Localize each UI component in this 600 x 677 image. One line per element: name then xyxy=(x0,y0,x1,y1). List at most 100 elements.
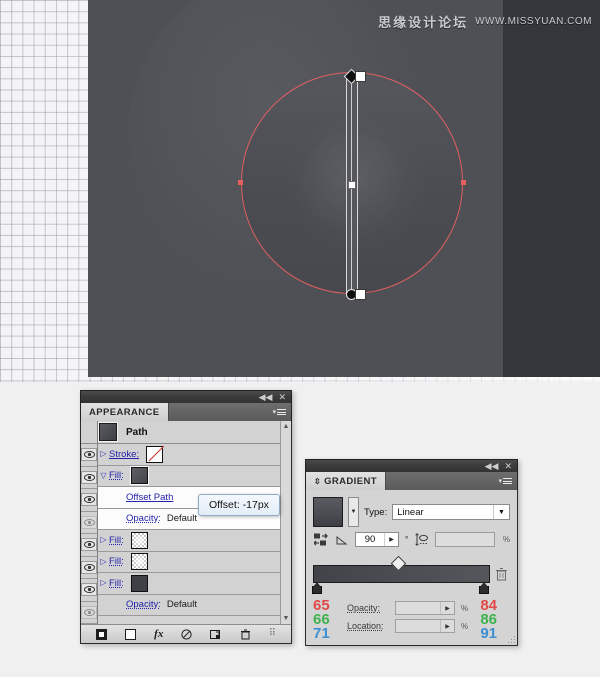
eye-icon xyxy=(81,583,97,597)
chevron-right-icon[interactable]: ▷ xyxy=(98,579,109,587)
add-new-stroke-icon[interactable] xyxy=(96,628,108,640)
delete-stop-icon[interactable] xyxy=(495,567,508,586)
opacity-object-value: Default xyxy=(166,599,197,611)
fx-icon[interactable]: fx xyxy=(154,629,163,640)
stroke-swatch-none[interactable] xyxy=(146,445,164,463)
row-fill-2[interactable]: ▷ Fill: xyxy=(98,530,280,552)
path-handle-bottom-square[interactable] xyxy=(355,289,366,300)
gradient-aspect-icon xyxy=(414,533,429,547)
path-handle-center[interactable] xyxy=(348,181,356,189)
close-icon[interactable]: ✕ xyxy=(278,392,286,402)
visibility-toggle-offset-path[interactable] xyxy=(81,489,97,512)
stepper-icon[interactable]: ▶ xyxy=(440,602,454,614)
opacity-object-label[interactable]: Opacity: xyxy=(98,599,161,610)
eye-icon xyxy=(81,515,97,529)
stop-body xyxy=(312,586,322,594)
duplicate-item-icon[interactable] xyxy=(210,629,221,640)
stroke-label[interactable]: Stroke: xyxy=(109,449,139,460)
resize-grip-icon[interactable]: ⠿ xyxy=(269,629,276,639)
appearance-scrollbar[interactable]: ▲ ▼ xyxy=(280,421,291,624)
gradient-panel[interactable]: ◀◀ ✕ ⇳ GRADIENT ▾ ▼ Type: Linear ▼ 90 ▶ … xyxy=(305,459,518,646)
stepper-icon[interactable]: ▶ xyxy=(384,533,398,546)
fill-swatch[interactable] xyxy=(129,466,149,486)
eye-icon xyxy=(81,538,97,552)
reverse-gradient-icon[interactable] xyxy=(313,533,328,547)
gradient-opacity-field[interactable]: ▶ xyxy=(395,601,455,615)
fill-2-label[interactable]: Fill: xyxy=(109,535,124,546)
opacity-effect-label[interactable]: Opacity: xyxy=(98,513,161,524)
gradient-slider[interactable] xyxy=(312,555,510,597)
appearance-tabbar[interactable]: APPEARANCE ▾ xyxy=(80,403,292,421)
gradient-panel-menu-button[interactable]: ▾ xyxy=(498,472,517,490)
appearance-titlebar[interactable]: ◀◀ ✕ xyxy=(80,390,292,403)
fill-4-label[interactable]: Fill: xyxy=(109,578,124,589)
close-icon[interactable]: ✕ xyxy=(504,461,512,471)
appearance-panel-menu-button[interactable]: ▾ xyxy=(272,403,291,421)
gradient-angle-value: 90 xyxy=(364,534,376,545)
tab-appearance[interactable]: APPEARANCE xyxy=(81,403,169,421)
appearance-toolbar[interactable]: fx ⠿ xyxy=(81,624,291,643)
visibility-toggle-fill[interactable] xyxy=(81,467,97,489)
fill-3-label[interactable]: Fill: xyxy=(109,556,124,567)
gradient-presets-dropdown[interactable]: ▼ xyxy=(348,497,359,527)
stepper-icon[interactable]: ▶ xyxy=(440,620,454,632)
object-header-row[interactable]: Path xyxy=(98,421,280,444)
appearance-body: Path ▷ Stroke: ▽ Fill: Offset Path Opaci… xyxy=(80,421,292,644)
gradient-stop-right[interactable] xyxy=(479,582,489,595)
scroll-up-icon[interactable]: ▲ xyxy=(283,423,290,430)
gradient-aspect-field[interactable] xyxy=(435,532,495,547)
visibility-header-spacer xyxy=(81,421,97,444)
eye-icon xyxy=(81,470,97,484)
row-fill[interactable]: ▽ Fill: xyxy=(98,465,280,487)
visibility-toggle-opacity-object[interactable] xyxy=(81,602,97,624)
gradient-titlebar[interactable]: ◀◀ ✕ xyxy=(305,459,518,472)
gradient-tabbar[interactable]: ⇳ GRADIENT ▾ xyxy=(305,472,518,490)
fill-label[interactable]: Fill: xyxy=(109,470,124,481)
add-new-fill-icon[interactable] xyxy=(125,628,137,640)
collapse-icon[interactable]: ◀◀ xyxy=(485,461,499,471)
row-opacity-object[interactable]: Opacity: Default xyxy=(98,594,280,616)
visibility-toggle-fill-4[interactable] xyxy=(81,579,97,602)
visibility-toggle-opacity-effect[interactable] xyxy=(81,512,97,534)
visibility-toggle-fill-2[interactable] xyxy=(81,534,97,557)
gradient-opacity-label: Opacity: xyxy=(347,603,381,613)
illustrator-canvas[interactable]: 思缘设计论坛 WWW.MISSYUAN.COM xyxy=(88,0,600,377)
row-fill-3[interactable]: ▷ Fill: xyxy=(98,551,280,573)
gradient-body: ▼ Type: Linear ▼ 90 ▶ ° % 65 66 71 84 86… xyxy=(305,490,518,646)
eye-icon xyxy=(81,560,97,574)
resize-grip-icon[interactable] xyxy=(507,635,515,643)
appearance-panel[interactable]: ◀◀ ✕ APPEARANCE ▾ Path ▷ Stroke: ▽ Fill:… xyxy=(80,390,292,644)
stop-right-rgb: 84 86 91 xyxy=(480,598,497,641)
chevron-right-icon[interactable]: ▷ xyxy=(98,536,109,544)
stop-body xyxy=(479,586,489,594)
chevron-right-icon[interactable]: ▷ xyxy=(98,557,109,566)
angle-icon xyxy=(334,533,349,547)
path-handle-top-square[interactable] xyxy=(355,71,366,82)
scroll-down-icon[interactable]: ▼ xyxy=(283,615,290,622)
row-stroke[interactable]: ▷ Stroke: xyxy=(98,444,280,466)
gradient-preview-swatch[interactable] xyxy=(313,497,343,527)
gradient-type-value: Linear xyxy=(397,506,424,518)
fill-3-swatch[interactable] xyxy=(130,553,148,571)
trash-icon[interactable] xyxy=(240,629,251,640)
object-thumbnail xyxy=(98,422,118,442)
fill-4-swatch[interactable] xyxy=(130,574,148,592)
chevron-down-icon[interactable]: ▽ xyxy=(98,471,109,480)
row-fill-4[interactable]: ▷ Fill: xyxy=(98,573,280,595)
visibility-toggle-stroke[interactable] xyxy=(81,444,97,467)
anchor-point-left[interactable] xyxy=(238,180,243,185)
offset-path-label[interactable]: Offset Path xyxy=(98,492,173,503)
tab-gradient[interactable]: ⇳ GRADIENT xyxy=(306,472,386,490)
chevron-down-icon[interactable]: ▼ xyxy=(493,505,509,519)
gradient-stop-left[interactable] xyxy=(312,582,322,595)
collapse-icon[interactable]: ◀◀ xyxy=(259,392,273,402)
tab-gradient-label: GRADIENT xyxy=(324,475,377,487)
anchor-point-right[interactable] xyxy=(461,180,466,185)
gradient-type-select[interactable]: Linear ▼ xyxy=(392,504,510,520)
gradient-location-field[interactable]: ▶ xyxy=(395,619,455,633)
clear-appearance-icon[interactable] xyxy=(181,628,192,640)
visibility-toggle-fill-3[interactable] xyxy=(81,557,97,579)
gradient-angle-field[interactable]: 90 ▶ xyxy=(355,532,399,547)
fill-2-swatch[interactable] xyxy=(130,531,148,549)
chevron-right-icon[interactable]: ▷ xyxy=(98,450,109,458)
